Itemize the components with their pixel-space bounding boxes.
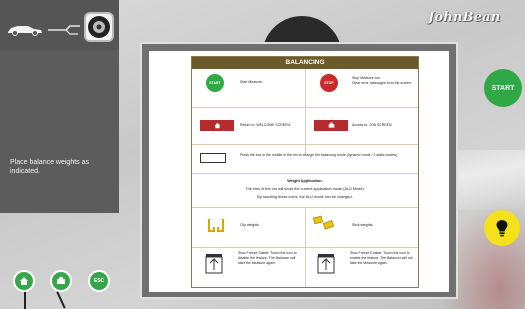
pointer-line: [24, 291, 26, 309]
row-divider: [192, 107, 418, 108]
job-description: Access to: JOB SCREEN.: [352, 123, 393, 127]
help-document: BALANCING START Start Measure. STOP Stop…: [191, 56, 419, 288]
start-description: Start Measure.: [240, 80, 263, 84]
home-button[interactable]: [13, 270, 35, 292]
home-description: Return to: WELCOME SCREEN.: [240, 123, 291, 127]
freeze-enable-description: Slow Freeze Enable: Touch the icon to en…: [350, 251, 413, 265]
weight-application-line2: By touching these icons, the ALU mode ca…: [257, 195, 353, 199]
lightbulb-icon: [496, 220, 508, 237]
stick-weight-icon: [312, 215, 335, 230]
column-divider: [305, 69, 306, 155]
dialog-title: BALANCING: [192, 57, 418, 69]
esc-button[interactable]: ESC: [88, 270, 110, 292]
mode-description: Press the box in the middle of the rim t…: [240, 153, 399, 157]
mode-box-icon: [200, 153, 226, 163]
help-dialog: BALANCING START Start Measure. STOP Stop…: [140, 42, 458, 299]
print-button[interactable]: [50, 270, 72, 292]
start-label: START: [491, 84, 515, 92]
printer-icon: [57, 277, 65, 284]
row-divider: [192, 144, 418, 145]
stop-description: Stop Measure run. Clear error messages f…: [352, 76, 412, 85]
clip-weight-icon: [208, 219, 224, 232]
freeze-enable-icon: [317, 254, 335, 274]
stick-weight-label: Stick weights.: [352, 223, 374, 227]
balance-instruction-text: Place balance weights as indicated.: [10, 159, 89, 175]
row-divider: [192, 173, 418, 174]
clip-weight-label: Clip weights.: [240, 223, 260, 227]
home-icon: [200, 120, 234, 131]
brand-logo: JohnBean: [428, 10, 501, 25]
printer-icon: [314, 120, 348, 131]
start-icon: START: [206, 74, 224, 92]
lightbulb-button[interactable]: [484, 210, 520, 246]
freeze-stable-description: Slow Freeze Stable: Touch the icon to di…: [238, 251, 297, 265]
row-divider: [192, 247, 418, 248]
freeze-stable-icon: [205, 254, 223, 274]
help-dialog-content: BALANCING START Start Measure. STOP Stop…: [149, 51, 449, 292]
car-icon[interactable]: [6, 22, 44, 36]
weight-application-heading: Weight Application:: [287, 179, 323, 183]
left-panel: Place balance weights as indicated.: [0, 0, 119, 213]
home-icon: [20, 277, 28, 285]
weight-application-line1: The rims of the rim will show the curren…: [245, 187, 365, 191]
balancer-arm-icon[interactable]: [46, 20, 82, 40]
wheel-icon[interactable]: [84, 12, 114, 42]
start-button[interactable]: START: [484, 69, 522, 107]
stop-icon: STOP: [320, 74, 338, 92]
esc-label: ESC: [93, 278, 105, 284]
